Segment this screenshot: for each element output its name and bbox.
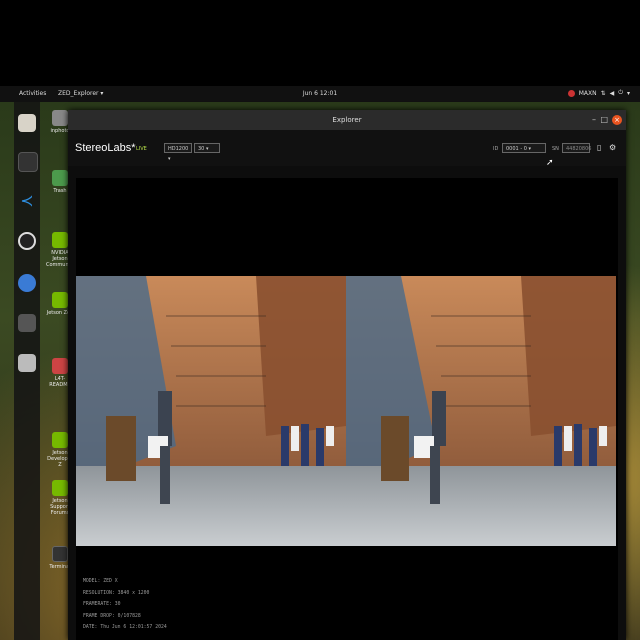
folder-icon <box>52 110 68 126</box>
info-model: MODEL: ZED X <box>83 579 118 584</box>
maximize-icon[interactable]: □ <box>600 115 608 124</box>
sn-label: SN <box>552 146 559 152</box>
mouse-cursor-icon: ➚ <box>546 158 554 168</box>
system-top-bar: Activities ZED_Explorer ▾ Jun 6 12:01 MA… <box>0 86 640 102</box>
record-icon[interactable]: ▯ <box>597 143 606 153</box>
terminal-icon <box>52 546 68 562</box>
files-icon[interactable] <box>18 114 36 132</box>
nvidia-logo-icon <box>52 292 68 308</box>
clock[interactable]: Jun 6 12:01 <box>0 90 640 97</box>
info-framerate: FRAMERATE: 30 <box>83 602 121 607</box>
terminal-icon[interactable] <box>18 152 38 172</box>
brand-logo: StereoLabs* <box>75 142 136 154</box>
nvidia-logo-icon <box>52 232 68 248</box>
resolution-select[interactable]: HD1200 ▾ <box>164 143 192 162</box>
explorer-window: Explorer – □ × StereoLabs* LIVE HD1200 ▾… <box>68 110 626 640</box>
right-camera-view <box>346 276 616 546</box>
serial-number-field: 44820806 <box>562 143 591 153</box>
info-resolution: RESOLUTION: 3840 x 1200 <box>83 590 150 596</box>
nvidia-icon[interactable] <box>567 89 575 97</box>
id-label: ID <box>493 146 499 152</box>
app-icon[interactable] <box>18 314 36 332</box>
nvidia-logo-icon <box>52 480 68 496</box>
live-badge: LIVE <box>136 146 147 152</box>
trash-icon <box>52 170 68 186</box>
left-camera-view <box>76 276 346 546</box>
fps-select[interactable]: 30 ▾ <box>194 143 220 153</box>
close-icon[interactable]: × <box>612 115 622 125</box>
video-area: MODEL: ZED X RESOLUTION: 3840 x 1200 FRA… <box>76 178 618 640</box>
info-date: DATE: Thu Jun 6 12:01:57 2024 <box>83 625 167 630</box>
chevron-down-icon: ▾ <box>626 89 630 97</box>
dock: ≺ <box>14 102 40 640</box>
network-icon: ⇅ <box>600 89 606 97</box>
camera-id-select[interactable]: 0001 - 0 ▾ <box>502 143 546 153</box>
chromium-icon[interactable] <box>18 274 36 292</box>
obs-icon[interactable] <box>18 232 36 250</box>
explorer-toolbar: StereoLabs* LIVE HD1200 ▾ 30 ▾ ID 0001 -… <box>68 130 626 166</box>
camera-info-panel: MODEL: ZED X RESOLUTION: 3840 x 1200 FRA… <box>83 576 167 634</box>
window-title: Explorer <box>332 116 362 124</box>
power-icon: ⏻ <box>618 89 623 96</box>
info-frame-drop: FRAME DROP: 0/107828 <box>83 613 141 619</box>
folder-icon <box>52 358 68 374</box>
window-titlebar[interactable]: Explorer – □ × <box>68 110 626 130</box>
power-mode[interactable]: MAXN <box>579 90 597 97</box>
system-tray[interactable]: MAXN ⇅ ◀ ⏻ ▾ <box>567 89 630 97</box>
gear-icon[interactable]: ⚙ <box>609 143 618 153</box>
volume-icon: ◀ <box>609 89 615 97</box>
minimize-icon[interactable]: – <box>592 115 596 124</box>
nvidia-logo-icon <box>52 432 68 448</box>
disk-icon[interactable] <box>18 354 36 372</box>
vscode-icon[interactable]: ≺ <box>18 192 36 210</box>
